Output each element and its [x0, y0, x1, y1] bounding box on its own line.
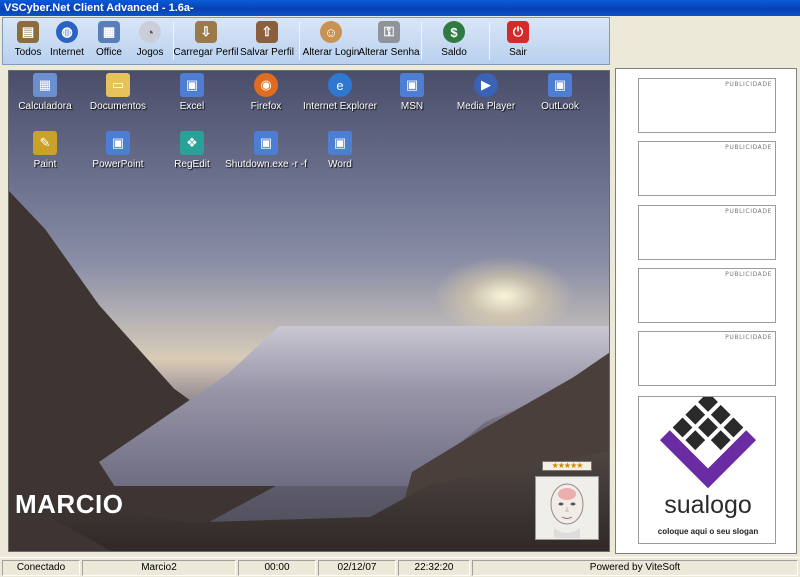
desktop-icon-word[interactable]: ▣ Word [300, 131, 380, 170]
status-bar: Conectado Marcio2 00:00 02/12/07 22:32:2… [0, 557, 800, 577]
desktop-icon-label: Firefox [250, 101, 282, 112]
exit-label: Sair [509, 47, 527, 58]
games-button[interactable]: ◔ Jogos [133, 18, 167, 64]
all-programs-button[interactable]: ▤ Todos [11, 18, 45, 64]
ad-slot-4[interactable]: PUBLICIDADE [638, 268, 776, 323]
load-profile-icon: ⇩ [195, 21, 217, 43]
desktop-area: ▦ Calculadora ▭ Documentos ▣ Excel ◉ Fir… [8, 70, 610, 552]
desktop-icon-label: MSN [400, 101, 424, 112]
advertising-panel: PUBLICIDADE PUBLICIDADE PUBLICIDADE PUBL… [615, 68, 797, 554]
change-login-label: Alterar Login [302, 47, 360, 58]
desktop-icon-regedit[interactable]: ❖ RegEdit [152, 131, 232, 170]
desktop-icon-label: Paint [33, 159, 57, 170]
user-rating: ★★★★★ [542, 461, 592, 471]
ad-label: PUBLICIDADE [725, 334, 772, 341]
status-powered-by: Powered by ViteSoft [472, 560, 798, 576]
internet-label: Internet [50, 47, 84, 58]
logo-text: sualogo [664, 491, 752, 519]
toolbar-filler [612, 17, 800, 65]
ad-label: PUBLICIDADE [725, 271, 772, 278]
status-date: 02/12/07 [318, 560, 396, 576]
desktop-icon-media-player[interactable]: ▶ Media Player [446, 73, 526, 112]
desktop-icon-shutdown[interactable]: ▣ Shutdown.exe -r -f [225, 131, 307, 170]
desktop-icon-msn[interactable]: ▣ MSN [372, 73, 452, 112]
firefox-icon: ◉ [254, 73, 278, 97]
desktop-icon-label: Calculadora [18, 101, 72, 112]
ad-slot-2[interactable]: PUBLICIDADE [638, 141, 776, 196]
computer-icon: ▣ [400, 73, 424, 97]
change-login-button[interactable]: ☺ Alterar Login [303, 18, 359, 64]
desktop-icon-label: OutLook [541, 101, 579, 112]
desktop-icon-label: PowerPoint [92, 159, 144, 170]
desktop-icon-ie[interactable]: e Internet Explorer [300, 73, 380, 112]
change-password-button[interactable]: ⚿ Alterar Senha [358, 18, 420, 64]
load-profile-button[interactable]: ⇩ Carregar Perfil [173, 18, 239, 64]
globe-icon: ◍ [56, 21, 78, 43]
desktop-icon-label: Media Player [456, 101, 516, 112]
desktop-icon-excel[interactable]: ▣ Excel [152, 73, 232, 112]
desktop-icon-firefox[interactable]: ◉ Firefox [226, 73, 306, 112]
desktop-icon-calculator[interactable]: ▦ Calculadora [9, 73, 85, 112]
desktop-icon-label: Word [328, 159, 352, 170]
status-clock: 22:32:20 [398, 560, 470, 576]
desktop-icon-label: Shutdown.exe -r -f [225, 159, 307, 170]
ad-label: PUBLICIDADE [725, 81, 772, 88]
logo-box[interactable]: sualogo coloque aqui o seu slogan [638, 392, 776, 544]
internet-button[interactable]: ◍ Internet [50, 18, 84, 64]
office-icon: ▦ [98, 21, 120, 43]
desktop-icon-label: Excel [179, 101, 205, 112]
registry-icon: ❖ [180, 131, 204, 155]
status-connection: Conectado [2, 560, 80, 576]
window-title: VSCyber.Net Client Advanced - 1.6a- [0, 0, 800, 16]
computer-icon: ▣ [254, 131, 278, 155]
logo-slogan: coloque aqui o seu slogan [657, 527, 759, 536]
power-icon: ⏻ [507, 21, 529, 43]
change-password-label: Alterar Senha [358, 47, 420, 58]
desktop-icon-powerpoint[interactable]: ▣ PowerPoint [78, 131, 158, 170]
balance-button[interactable]: $ Saldo [437, 18, 471, 64]
face-icon [550, 483, 584, 538]
ad-slot-3[interactable]: PUBLICIDADE [638, 205, 776, 260]
exit-button[interactable]: ⏻ Sair [501, 18, 535, 64]
logo-mark-icon [659, 392, 757, 489]
main-toolbar: ▤ Todos ◍ Internet ▦ Office ◔ Jogos ⇩ Ca… [2, 17, 610, 65]
ad-label: PUBLICIDADE [725, 144, 772, 151]
user-icon: ☺ [320, 21, 342, 43]
all-programs-icon: ▤ [17, 21, 39, 43]
save-profile-icon: ⇧ [256, 21, 278, 43]
keys-icon: ⚿ [378, 21, 400, 43]
ie-icon: e [328, 73, 352, 97]
ad-slot-1[interactable]: PUBLICIDADE [638, 78, 776, 133]
status-time-used: 00:00 [238, 560, 316, 576]
computer-icon: ▣ [106, 131, 130, 155]
desktop-icon-label: RegEdit [174, 159, 210, 170]
calculator-icon: ▦ [33, 73, 57, 97]
folder-icon: ▭ [106, 73, 130, 97]
all-programs-label: Todos [14, 47, 42, 58]
save-profile-label: Salvar Perfil [240, 47, 294, 58]
load-profile-label: Carregar Perfil [173, 47, 239, 58]
office-button[interactable]: ▦ Office [92, 18, 126, 64]
ad-slot-5[interactable]: PUBLICIDADE [638, 331, 776, 386]
save-profile-button[interactable]: ⇧ Salvar Perfil [239, 18, 295, 64]
ad-label: PUBLICIDADE [725, 208, 772, 215]
balance-label: Saldo [441, 47, 467, 58]
user-name: MARCIO [15, 489, 124, 519]
paint-icon: ✎ [33, 131, 57, 155]
games-label: Jogos [136, 47, 164, 58]
media-player-icon: ▶ [474, 73, 498, 97]
status-machine: Marcio2 [82, 560, 236, 576]
desktop-icon-label: Internet Explorer [303, 101, 377, 112]
computer-icon: ▣ [180, 73, 204, 97]
office-label: Office [96, 47, 122, 58]
desktop-icon-outlook[interactable]: ▣ OutLook [520, 73, 600, 112]
desktop-icon-paint[interactable]: ✎ Paint [9, 131, 85, 170]
games-icon: ◔ [139, 21, 161, 43]
computer-icon: ▣ [328, 131, 352, 155]
avatar [535, 476, 599, 540]
desktop-icon-documents[interactable]: ▭ Documentos [78, 73, 158, 112]
desktop-icon-label: Documentos [89, 101, 147, 112]
computer-icon: ▣ [548, 73, 572, 97]
dollar-icon: $ [443, 21, 465, 43]
